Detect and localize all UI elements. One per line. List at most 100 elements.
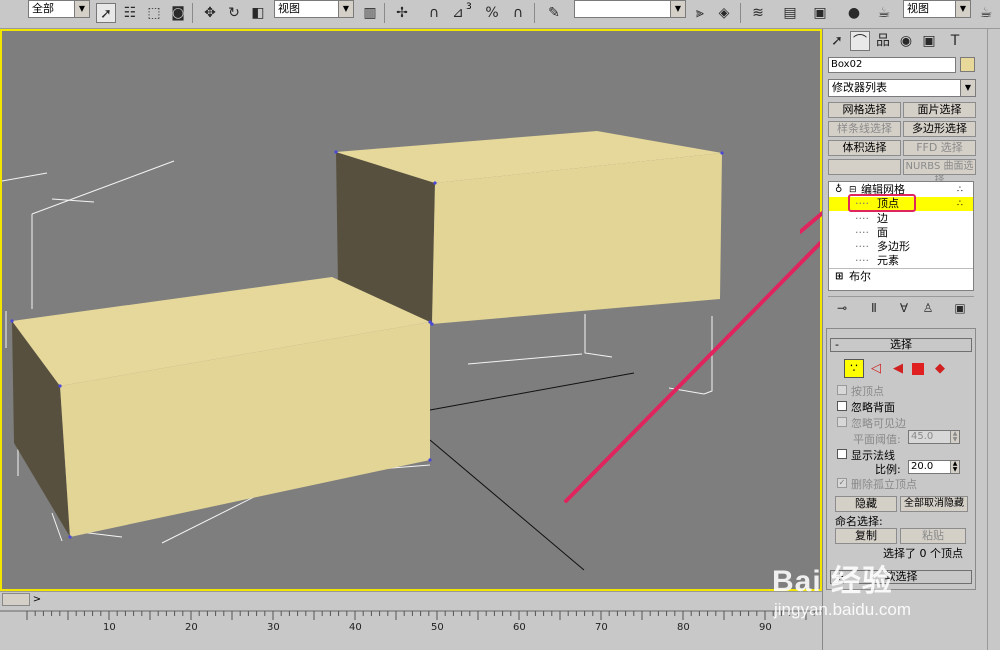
layer-manager-icon[interactable]: ≋	[748, 3, 768, 23]
spinner-arrows-icon[interactable]: ▲ ▼	[950, 461, 959, 473]
pivot-center-icon[interactable]: ▥	[360, 3, 380, 23]
mesh-select-button[interactable]: 网格选择	[828, 102, 901, 118]
align-icon[interactable]: ◈	[714, 3, 734, 23]
track-bar-tick-label: 80	[677, 622, 690, 633]
ignore-backfacing-label: 忽略背面	[851, 401, 895, 414]
scale-spinner[interactable]: 20.0 ▲ ▼	[908, 460, 960, 474]
scale-label: 比例:	[875, 463, 901, 476]
show-normals-checkbox[interactable]	[837, 449, 847, 459]
face-mode-icon[interactable]: ◀	[890, 361, 906, 377]
pin-stack-icon[interactable]: ⊸	[832, 298, 852, 318]
vertex-mode-icon[interactable]: ∵	[844, 359, 864, 378]
render-setup-icon[interactable]: ☕	[874, 3, 894, 23]
stack-item-boolean[interactable]: ⊞ 布尔	[829, 270, 973, 284]
viewport-scene	[2, 131, 820, 571]
object-color-swatch[interactable]	[960, 57, 975, 72]
time-slider-thumb[interactable]	[2, 593, 30, 606]
display-tab-icon[interactable]: ▣	[919, 31, 939, 51]
chevron-down-icon[interactable]: ▼	[960, 80, 975, 96]
delete-isolated-vertices-checkbox[interactable]: ✓	[837, 478, 847, 488]
select-by-name-icon[interactable]: ☷	[120, 3, 140, 23]
snap-toggle-icon[interactable]: ∩	[424, 3, 444, 23]
chevron-down-icon[interactable]: ▼	[74, 1, 89, 17]
copy-button[interactable]: 复制	[835, 528, 897, 544]
watermark-brand: Bai 经验	[772, 565, 894, 598]
window-crossing-icon[interactable]: ◙	[168, 3, 188, 23]
time-slider-next-button[interactable]: >	[30, 593, 44, 606]
object-name-field[interactable]: Box02	[828, 57, 956, 73]
ffd-select-button[interactable]: FFD 选择	[903, 140, 976, 156]
modify-tab-icon[interactable]: ⌒	[850, 31, 870, 51]
render-view-dropdown[interactable]: 视图 ▼	[903, 0, 971, 18]
reference-coord-value: 视图	[278, 2, 300, 15]
edge-mode-icon[interactable]: ◁	[868, 361, 884, 377]
track-bar-tick-label: 30	[267, 622, 280, 633]
selection-filter-dropdown[interactable]: 全部 ▼	[28, 0, 90, 18]
named-selection-icon[interactable]: ✎	[544, 3, 564, 23]
track-bar[interactable]: 102030405060708090100	[0, 608, 860, 650]
main-toolbar: 全部 ▼ ➚ ☷ ⬚ ◙ ✥ ↻ ◧ 视图 ▼ ▥ ✢ ∩ ⊿ 3 % ∩ ✎ …	[0, 0, 1000, 29]
by-vertex-checkbox[interactable]	[837, 385, 847, 395]
perspective-viewport[interactable]	[0, 29, 822, 591]
plane-threshold-spinner[interactable]: 45.0 ▲ ▼	[908, 430, 960, 444]
create-tab-icon[interactable]: ➚	[827, 31, 847, 51]
remove-modifier-icon[interactable]: ♙	[918, 298, 938, 318]
curve-editor-icon[interactable]: ▤	[780, 3, 800, 23]
lightbulb-icon[interactable]: ♁	[835, 183, 842, 197]
make-unique-icon[interactable]: ∀	[894, 298, 914, 318]
hierarchy-tab-icon[interactable]: 品	[873, 31, 893, 51]
empty-modifier-button[interactable]	[828, 159, 901, 175]
track-bar-tick-label: 60	[513, 622, 526, 633]
track-bar-tick-label: 10	[103, 622, 116, 633]
show-end-result-icon[interactable]: Ⅱ	[864, 298, 884, 318]
polygon-mode-icon[interactable]	[912, 363, 924, 375]
stack-subitem-edge[interactable]: ···· 边	[829, 212, 973, 226]
schematic-view-icon[interactable]: ▣	[810, 3, 830, 23]
time-slider[interactable]: >	[0, 591, 822, 609]
spline-select-button[interactable]: 样条线选择	[828, 121, 901, 137]
reference-coord-dropdown[interactable]: 视图 ▼	[274, 0, 354, 18]
select-rotate-icon[interactable]: ↻	[224, 3, 244, 23]
element-mode-icon[interactable]: ◆	[932, 361, 948, 377]
volume-select-button[interactable]: 体积选择	[828, 140, 901, 156]
select-move-icon[interactable]: ✥	[200, 3, 220, 23]
chevron-down-icon[interactable]: ▼	[338, 1, 353, 17]
modifier-list-value: 修改器列表	[832, 81, 887, 94]
ignore-visible-edges-checkbox[interactable]	[837, 417, 847, 427]
motion-tab-icon[interactable]: ◉	[896, 31, 916, 51]
angle-snap-icon[interactable]: ⊿	[448, 3, 468, 23]
stack-subitem-element[interactable]: ···· 元素	[829, 254, 973, 268]
spinner-snap-icon[interactable]: ∩	[508, 3, 528, 23]
track-bar-labels: 102030405060708090100	[0, 608, 860, 650]
chevron-down-icon[interactable]: ▼	[955, 1, 970, 17]
track-bar-tick-label: 70	[595, 622, 608, 633]
stack-subitem-face[interactable]: ···· 面	[829, 226, 973, 240]
quick-render-icon[interactable]: ☕	[976, 3, 996, 23]
mirror-icon[interactable]: ⫸	[690, 3, 710, 23]
panel-scroll-strip[interactable]	[987, 29, 1000, 650]
select-manipulate-icon[interactable]: ✢	[392, 3, 412, 23]
watermark-url: jingyan.baidu.com	[774, 600, 912, 619]
rectangle-region-icon[interactable]: ⬚	[144, 3, 164, 23]
select-object-icon[interactable]: ➚	[96, 3, 116, 23]
patch-select-button[interactable]: 面片选择	[903, 102, 976, 118]
poly-select-button[interactable]: 多边形选择	[903, 121, 976, 137]
hide-button[interactable]: 隐藏	[835, 496, 897, 512]
named-selection-sets-dropdown[interactable]: ▼	[574, 0, 686, 18]
configure-modifier-sets-icon[interactable]: ▣	[950, 298, 970, 318]
select-scale-icon[interactable]: ◧	[248, 3, 268, 23]
material-editor-icon[interactable]: ●	[844, 3, 864, 23]
nurbs-surface-select-button[interactable]: NURBS 曲面选择	[903, 159, 976, 186]
modifier-list-dropdown[interactable]: 修改器列表 ▼	[828, 79, 976, 97]
ignore-backfacing-checkbox[interactable]	[837, 401, 847, 411]
percent-snap-icon[interactable]: %	[482, 3, 502, 23]
named-selections-label: 命名选择:	[835, 515, 883, 528]
unhide-all-button[interactable]: 全部取消隐藏	[900, 496, 968, 512]
spinner-arrows-icon[interactable]: ▲ ▼	[950, 431, 959, 443]
paste-button[interactable]: 粘贴	[900, 528, 966, 544]
expand-icon[interactable]: ⊞	[835, 270, 843, 284]
selection-rollout-header[interactable]: - 选择	[830, 338, 972, 352]
chevron-down-icon[interactable]: ▼	[670, 1, 685, 17]
stack-subitem-polygon[interactable]: ···· 多边形	[829, 240, 973, 254]
utilities-tab-icon[interactable]: T	[945, 31, 965, 51]
